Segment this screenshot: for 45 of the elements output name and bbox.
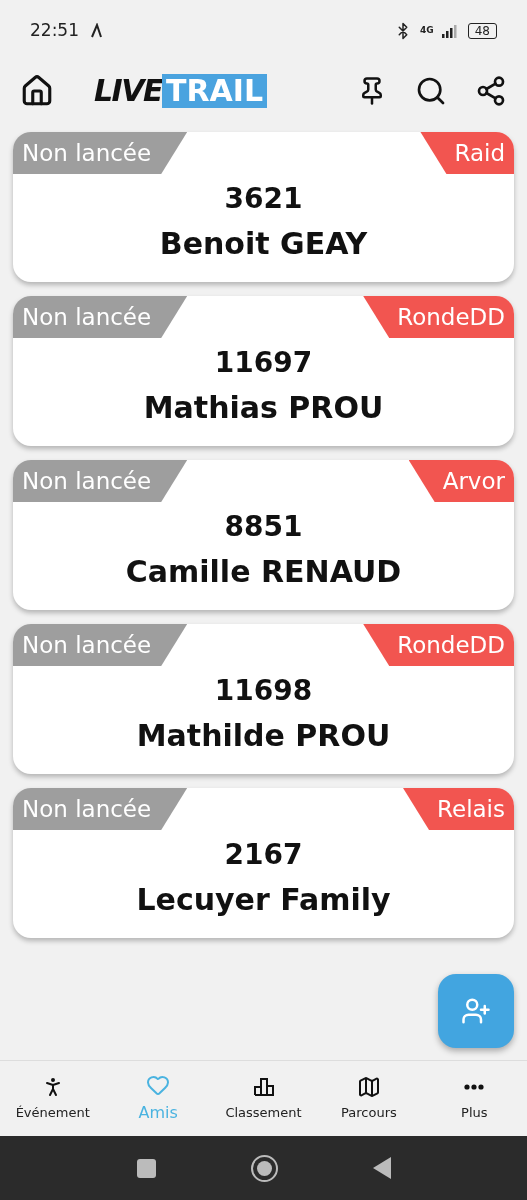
friend-card[interactable]: Non lancée Relais 2167 Lecuyer Family: [13, 788, 514, 938]
race-tag: Arvor: [408, 460, 514, 502]
friend-card[interactable]: Non lancée RondeDD 11697 Mathias PROU: [13, 296, 514, 446]
more-icon: [464, 1083, 485, 1090]
runner-name: Mathias PROU: [142, 390, 385, 426]
status-tag: Non lancée: [13, 460, 188, 502]
clock: 22:51: [30, 19, 79, 43]
add-friend-button[interactable]: [438, 974, 514, 1048]
friend-card[interactable]: Non lancée RondeDD 11698 Mathilde PROU: [13, 624, 514, 774]
bib-number: 2167: [223, 838, 304, 872]
status-tag: Non lancée: [13, 788, 188, 830]
home-icon[interactable]: [20, 74, 54, 108]
logo: LIVETRAIL: [94, 74, 268, 108]
bib-number: 11697: [213, 346, 314, 380]
network-label: 4G: [420, 24, 434, 38]
home-button[interactable]: [250, 1154, 278, 1182]
friend-card[interactable]: Non lancée Arvor 8851 Camille RENAUD: [13, 460, 514, 610]
friend-card[interactable]: Non lancée Raid 3621 Benoit GEAY: [13, 132, 514, 282]
runner-name: Benoit GEAY: [158, 226, 369, 262]
map-icon: [356, 1074, 381, 1099]
runner-name: Mathilde PROU: [135, 718, 392, 754]
add-person-icon: [461, 996, 491, 1026]
share-icon[interactable]: [475, 75, 507, 107]
status-tag: Non lancée: [13, 296, 188, 338]
bib-number: 11698: [213, 674, 314, 708]
nav-tab[interactable]: Classement: [210, 1061, 317, 1136]
back-button[interactable]: [372, 1157, 391, 1179]
recents-button[interactable]: [136, 1158, 156, 1178]
nav-tab[interactable]: Événement: [0, 1061, 106, 1136]
race-tag: Relais: [403, 788, 514, 830]
bib-number: 8851: [223, 510, 304, 544]
status-tag: Non lancée: [13, 132, 188, 174]
runner-name: Lecuyer Family: [135, 882, 392, 918]
race-tag: RondeDD: [363, 624, 514, 666]
signal-icon: [441, 24, 460, 38]
runner-name: Camille RENAUD: [124, 554, 403, 590]
search-icon[interactable]: [415, 75, 447, 107]
nav-tab[interactable]: Plus: [421, 1061, 527, 1136]
battery-level: 48: [467, 23, 497, 39]
bib-number: 3621: [223, 182, 304, 216]
race-tag: Raid: [420, 132, 514, 174]
race-tag: RondeDD: [363, 296, 514, 338]
activity-icon: [91, 23, 103, 39]
nav-tab[interactable]: Parcours: [316, 1061, 422, 1136]
status-tag: Non lancée: [13, 624, 188, 666]
